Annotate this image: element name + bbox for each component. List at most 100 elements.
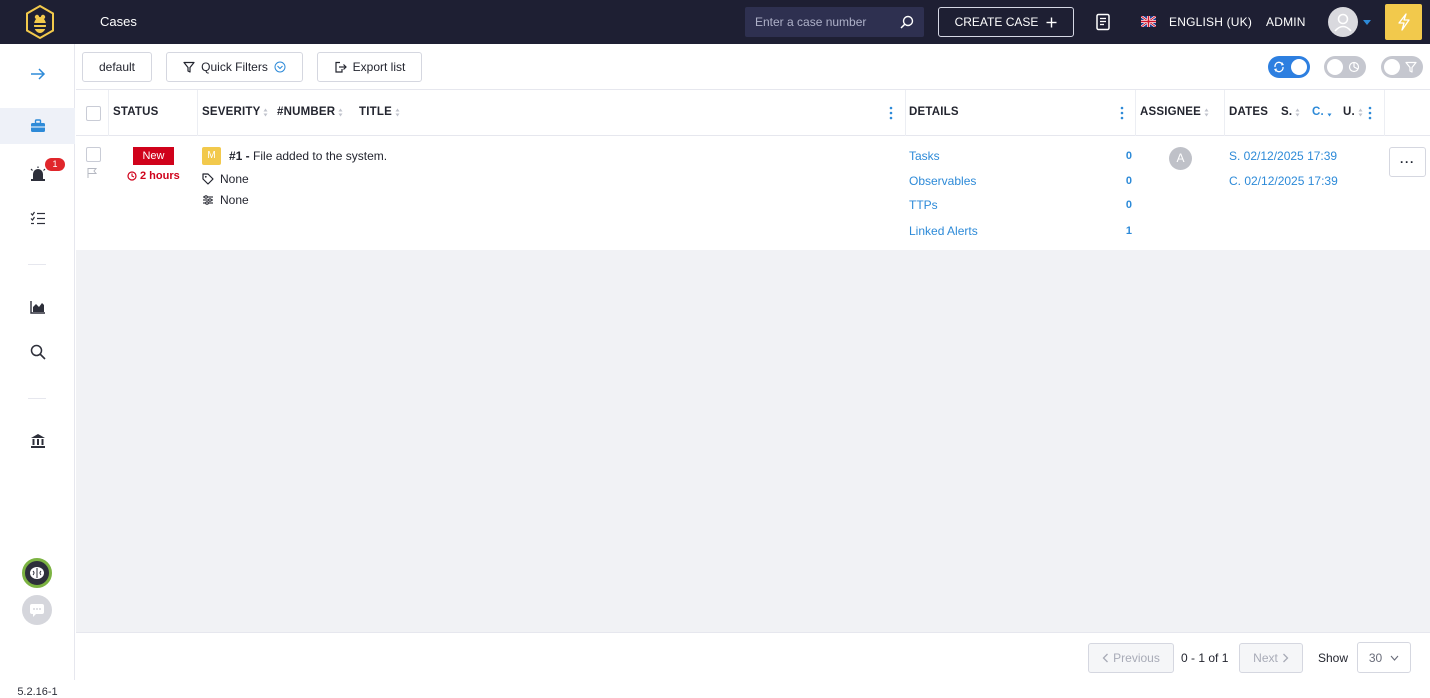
kebab-icon[interactable] [889, 106, 893, 120]
brain-assistant-button[interactable] [22, 558, 52, 588]
logo-bee-icon[interactable] [24, 4, 56, 40]
details-link-tasks[interactable]: Tasks [909, 149, 940, 163]
sidebar-item-tasks[interactable] [0, 200, 75, 236]
column-header-assignee[interactable]: ASSIGNEE [1140, 106, 1209, 118]
sidebar: 5.2.16-1 [0, 44, 75, 698]
search-icon[interactable] [899, 14, 915, 30]
column-header-status-label: STATUS [113, 106, 159, 118]
plus-icon [1046, 17, 1057, 27]
details-link-linked-alerts[interactable]: Linked Alerts [909, 224, 978, 238]
create-case-label: CREATE CASE [954, 15, 1039, 29]
column-header-dates-updated[interactable]: U. [1343, 106, 1363, 118]
language-selector[interactable]: ENGLISH (UK) [1169, 15, 1252, 29]
chevron-down-circle-icon [274, 61, 286, 73]
book-icon[interactable] [1094, 13, 1112, 31]
briefcase-icon [30, 119, 45, 132]
column-header-dates-start-label: S. [1281, 106, 1293, 118]
column-header-severity[interactable]: SEVERITY [202, 106, 268, 118]
column-header-dates-start[interactable]: S. [1281, 106, 1300, 118]
arrow-right-icon [30, 68, 45, 80]
pagination-bar: Previous 0 - 1 of 1 Next Show 30 [76, 632, 1430, 680]
quick-actions-button[interactable] [1385, 4, 1422, 40]
column-header-dates-updated-label: U. [1343, 106, 1355, 118]
sidebar-expand[interactable] [0, 56, 75, 92]
user-avatar-icon[interactable] [1328, 7, 1358, 37]
user-name[interactable]: ADMIN [1266, 15, 1306, 29]
brain-icon [30, 567, 44, 579]
assignee-avatar[interactable]: A [1169, 147, 1192, 170]
column-divider [108, 90, 109, 136]
case-custom-fields: None [202, 193, 249, 207]
column-divider [197, 90, 198, 136]
next-page-label: Next [1253, 651, 1278, 665]
filter-icon [1405, 61, 1417, 73]
chat-button[interactable] [22, 595, 52, 625]
row-checkbox[interactable] [86, 147, 101, 162]
column-header-dates: DATES [1229, 106, 1268, 118]
page-title: Cases [100, 14, 137, 29]
column-header-assignee-label: ASSIGNEE [1140, 106, 1202, 118]
auto-refresh-toggle[interactable] [1268, 56, 1310, 78]
details-link-ttps[interactable]: TTPs [909, 198, 938, 212]
create-case-button[interactable]: CREATE CASE [938, 7, 1074, 37]
case-number-search-input[interactable] [745, 7, 895, 37]
alarm-icon [30, 166, 45, 181]
toggle-knob [1291, 59, 1307, 75]
column-divider [1135, 90, 1136, 136]
column-header-dates-created-label: C. [1312, 106, 1324, 118]
sort-desc-icon [1327, 113, 1332, 116]
caret-down-icon[interactable] [1362, 18, 1372, 26]
page-size-label: Show [1318, 651, 1349, 665]
kebab-icon[interactable] [1120, 106, 1124, 120]
case-number: #1 - [229, 149, 250, 163]
export-list-label: Export list [352, 60, 406, 74]
column-header-details[interactable]: DETAILS [909, 106, 959, 118]
bolt-icon [1397, 13, 1410, 31]
filter-icon [183, 61, 195, 73]
status-badge: New [133, 147, 174, 165]
case-title-link[interactable]: #1 - File added to the system. [229, 149, 387, 163]
column-header-dates-created[interactable]: C. [1312, 106, 1332, 118]
table-header: STATUS SEVERITY #NUMBER TITLE DETAILS AS… [76, 90, 1430, 136]
column-divider [1384, 90, 1385, 136]
sort-icon [395, 108, 400, 116]
export-list-button[interactable]: Export list [317, 52, 422, 82]
severity-badge: M [202, 147, 221, 165]
filters-panel-toggle[interactable] [1381, 56, 1423, 78]
column-header-title[interactable]: TITLE [359, 106, 400, 118]
pagination-info: 0 - 1 of 1 [1181, 651, 1229, 665]
column-header-status[interactable]: STATUS [113, 106, 159, 118]
column-header-severity-label: SEVERITY [202, 106, 261, 118]
column-header-number[interactable]: #NUMBER [277, 106, 343, 118]
sidebar-item-organisation[interactable] [0, 423, 75, 459]
column-divider [1224, 90, 1225, 136]
case-title: File added to the system. [253, 149, 388, 163]
select-all-checkbox[interactable] [86, 106, 101, 121]
filter-preset-button[interactable]: default [82, 52, 152, 82]
details-link-observables[interactable]: Observables [909, 174, 976, 188]
sidebar-item-dashboards[interactable] [0, 289, 75, 325]
sort-icon [1295, 108, 1300, 116]
details-count-observables: 0 [1125, 175, 1132, 187]
chevron-left-icon [1102, 653, 1109, 663]
quick-filters-label: Quick Filters [201, 60, 268, 74]
sidebar-item-cases[interactable] [0, 108, 75, 144]
toggle-knob [1327, 59, 1343, 75]
page-size-value: 30 [1368, 650, 1383, 665]
next-page-button[interactable]: Next [1239, 643, 1303, 673]
list-toolbar: default Quick Filters Export list [76, 44, 1430, 90]
kebab-icon[interactable] [1368, 106, 1372, 120]
row-actions-button[interactable]: ··· [1389, 147, 1426, 177]
stats-toggle[interactable] [1324, 56, 1366, 78]
sidebar-item-search[interactable] [0, 334, 75, 370]
pie-chart-icon [1348, 61, 1360, 73]
magnify-icon [30, 344, 46, 360]
page-size-select[interactable]: 30 [1357, 642, 1411, 673]
quick-filters-button[interactable]: Quick Filters [166, 52, 303, 82]
app-version: 5.2.16-1 [17, 686, 58, 698]
chevron-right-icon [1282, 653, 1289, 663]
case-custom-fields-value: None [220, 193, 249, 207]
flag-outline-icon[interactable] [87, 167, 98, 179]
details-count-tasks: 0 [1125, 150, 1132, 162]
previous-page-button[interactable]: Previous [1088, 643, 1174, 673]
